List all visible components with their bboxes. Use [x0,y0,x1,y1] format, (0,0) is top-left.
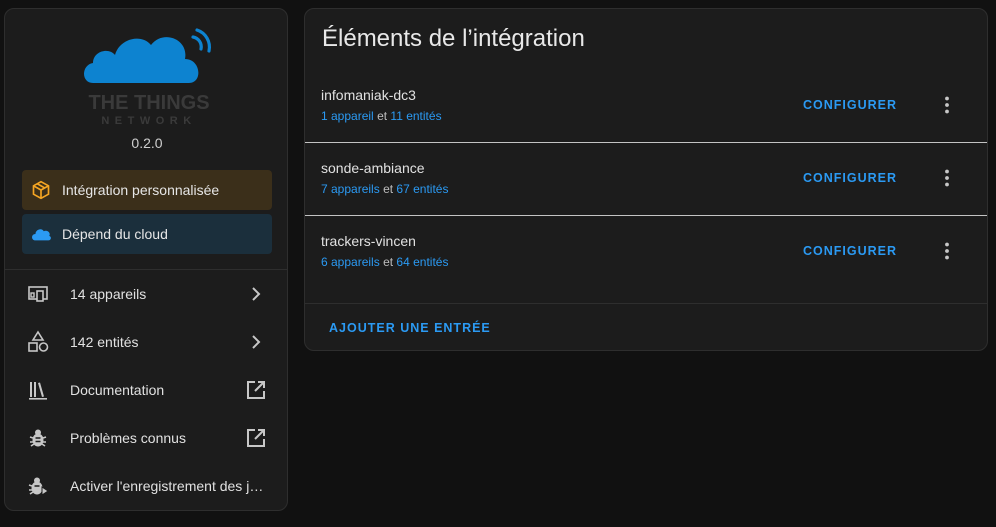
library-icon [26,378,50,402]
entry-name: infomaniak-dc3 [321,87,416,103]
enable-debug-logging-link[interactable]: Activer l'enregistrement des journaux de… [5,462,287,510]
entry-devices-link[interactable]: 1 appareil [321,109,374,123]
custom-integration-label: Intégration personnalisée [62,182,220,198]
entry-entities-link[interactable]: 11 entités [390,109,441,123]
entry-summary: 1 appareil et 11 entités [321,109,442,123]
the-things-network-logo: THE THINGS NETWORK [5,25,287,135]
cloud-dependency-label: Dépend du cloud [62,226,168,242]
integration-info-card: THE THINGS NETWORK 0.2.0 Intégration per… [4,8,288,511]
add-entry-button[interactable]: AJOUTER UNE ENTRÉE [329,317,491,339]
configure-button[interactable]: CONFIGURER [803,167,897,189]
package-icon [30,179,52,201]
logo-line1: THE THINGS [88,92,209,114]
entry-connector: et [383,255,394,269]
enable-debug-logging-label: Activer l'enregistrement des journaux de… [70,478,268,494]
devices-icon [26,282,50,306]
chevron-right-icon [244,330,268,354]
entry-entities-link[interactable]: 64 entités [396,255,448,269]
integration-entries-card: Éléments de l’intégration infomaniak-dc3… [304,8,988,351]
entry-name: sonde-ambiance [321,160,425,176]
card-actions-divider [305,303,987,304]
integration-version: 0.2.0 [131,135,163,151]
open-in-new-icon [244,378,268,402]
more-options-icon[interactable] [935,93,959,117]
entry-row: infomaniak-dc3 1 appareil et 11 entités … [305,69,987,142]
devices-link-label: 14 appareils [70,286,147,302]
entry-row: trackers-vincen 6 appareils et 64 entité… [305,215,987,288]
known-issues-link[interactable]: Problèmes connus [5,414,287,462]
documentation-link[interactable]: Documentation [5,366,287,414]
shapes-icon [26,330,50,354]
devices-link[interactable]: 14 appareils [5,270,287,318]
entry-summary: 7 appareils et 67 entités [321,182,448,196]
entry-summary: 6 appareils et 64 entités [321,255,448,269]
custom-integration-badge: Intégration personnalisée [22,170,272,210]
cloud-icon [30,223,52,245]
entities-link[interactable]: 142 entités [5,318,287,366]
entry-row: sonde-ambiance 7 appareils et 67 entités… [305,142,987,215]
entry-connector: et [383,182,394,196]
entry-entities-link[interactable]: 67 entités [396,182,448,196]
ttn-logo-icon: THE THINGS NETWORK [84,28,212,127]
configure-button[interactable]: CONFIGURER [803,94,897,116]
more-options-icon[interactable] [935,239,959,263]
more-options-icon[interactable] [935,166,959,190]
entry-connector: et [377,109,388,123]
entry-devices-link[interactable]: 6 appareils [321,255,380,269]
open-in-new-icon [244,426,268,450]
bug-icon [26,426,50,450]
documentation-link-label: Documentation [70,382,165,398]
configure-button[interactable]: CONFIGURER [803,240,897,262]
entry-devices-link[interactable]: 7 appareils [321,182,380,196]
logo-line2: NETWORK [101,115,196,127]
known-issues-link-label: Problèmes connus [70,430,186,446]
chevron-right-icon [244,282,268,306]
cloud-dependency-badge: Dépend du cloud [22,214,272,254]
entry-name: trackers-vincen [321,233,416,249]
bug-play-icon [26,474,50,498]
entities-link-label: 142 entités [70,334,139,350]
entries-card-title: Éléments de l’intégration [322,25,585,52]
